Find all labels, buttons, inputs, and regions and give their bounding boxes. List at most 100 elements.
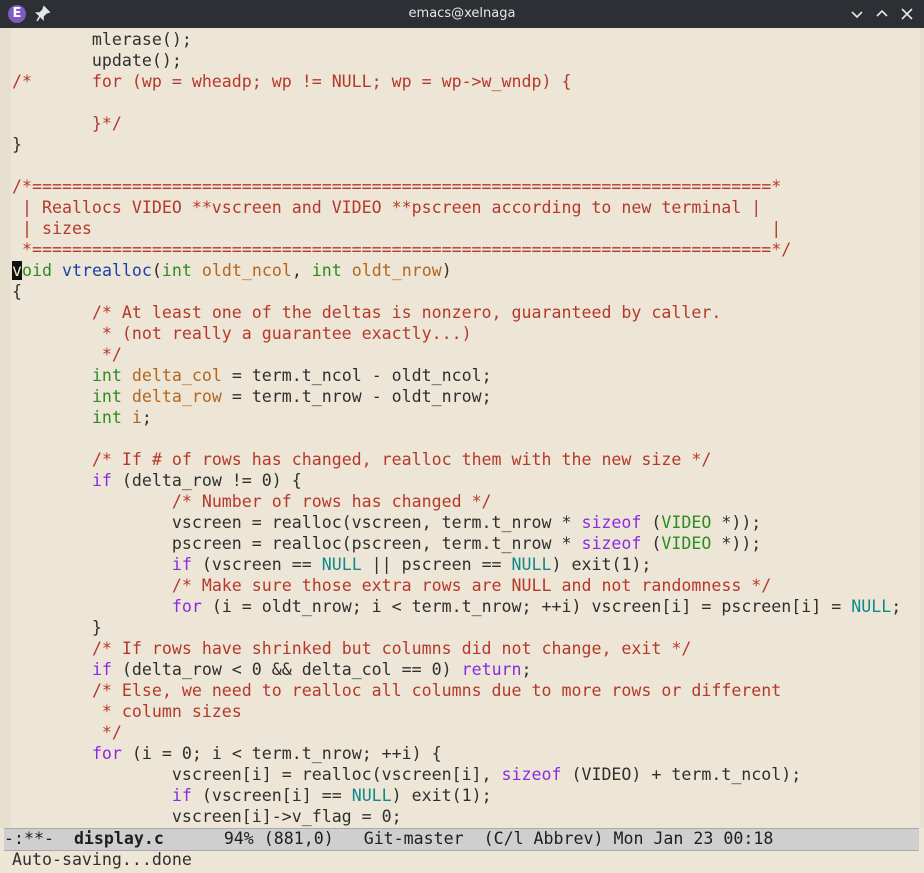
code-line[interactable]: int delta_row = term.t_nrow - oldt_nrow; <box>12 386 901 407</box>
code-token: ; <box>141 408 152 427</box>
code-token: vscreen = realloc(vscreen, term.t_nrow * <box>12 513 582 532</box>
code-line[interactable]: vscreen[i] = realloc(vscreen[i], sizeof … <box>12 764 901 785</box>
code-line[interactable]: */ <box>12 344 901 365</box>
code-line[interactable]: } <box>12 134 901 155</box>
code-token: vscreen[i] = realloc(vscreen[i], <box>12 765 502 784</box>
code-line[interactable]: | Reallocs VIDEO **vscreen and VIDEO **p… <box>12 197 901 218</box>
window-title: emacs@xelnaga <box>408 6 516 21</box>
mode-line[interactable]: -:**- display.c 94% (881,0) Git-master (… <box>4 828 919 851</box>
code-line[interactable]: /* for (wp = wheadp; wp != NULL; wp = wp… <box>12 71 901 92</box>
minimize-button[interactable] <box>849 6 865 22</box>
code-line[interactable]: mlerase(); <box>12 29 901 50</box>
code-token: = term.t_nrow - oldt_nrow; <box>221 387 492 406</box>
code-line[interactable]: * column sizes <box>12 701 901 722</box>
code-token: delta_row <box>131 387 222 406</box>
code-token: VIDEO <box>661 513 712 532</box>
code-token: */ <box>12 723 122 742</box>
code-line[interactable]: if (delta_row < 0 && delta_col == 0) ret… <box>12 659 901 680</box>
code-line[interactable]: | sizes | <box>12 218 901 239</box>
code-token: sizeof <box>501 765 562 784</box>
code-line[interactable]: vscreen = realloc(vscreen, term.t_nrow *… <box>12 512 901 533</box>
code-token: (delta_row != 0) { <box>111 471 302 490</box>
code-line[interactable]: } <box>12 617 901 638</box>
code-token: , <box>291 261 312 280</box>
code-line[interactable]: /* If rows have shrinked but columns did… <box>12 638 901 659</box>
code-line[interactable]: * (not really a guarantee exactly...) <box>12 323 901 344</box>
code-token: for <box>171 597 202 616</box>
code-token: /* If # of rows has changed, realloc the… <box>91 450 712 469</box>
code-line[interactable]: update(); <box>12 50 901 71</box>
code-token: | sizes | <box>12 219 782 238</box>
modeline-modes[interactable]: (C/l Abbrev) <box>484 829 604 848</box>
code-token: (vscreen == <box>191 555 322 574</box>
close-button[interactable] <box>899 6 915 22</box>
code-token: ; <box>521 660 532 679</box>
code-token: VIDEO <box>661 534 712 553</box>
code-line[interactable]: int delta_col = term.t_ncol - oldt_ncol; <box>12 365 901 386</box>
title-bar[interactable]: E emacs@xelnaga <box>0 0 924 28</box>
code-line[interactable]: }*/ <box>12 113 901 134</box>
code-token: *=======================================… <box>12 240 792 259</box>
modeline-vc[interactable]: Git-master <box>364 829 464 848</box>
code-line[interactable]: /* Else, we need to realloc all columns … <box>12 680 901 701</box>
code-line[interactable]: vscreen[i]->v_flag = 0; <box>12 806 901 827</box>
code-token: ( <box>641 534 662 553</box>
code-line[interactable] <box>12 428 901 449</box>
code-token: /* Make sure those extra rows are NULL a… <box>171 576 772 595</box>
code-token: oid <box>22 261 52 280</box>
code-view[interactable]: mlerase(); update(); /* for (wp = wheadp;… <box>12 29 901 827</box>
code-line[interactable]: void vtrealloc(int oldt_ncol, int oldt_n… <box>12 260 901 281</box>
code-token: } <box>12 135 22 154</box>
code-line[interactable]: /*======================================… <box>12 176 901 197</box>
code-line[interactable]: if (vscreen == NULL || pscreen == NULL) … <box>12 554 901 575</box>
close-icon <box>901 8 913 20</box>
code-line[interactable]: /* Make sure those extra rows are NULL a… <box>12 575 901 596</box>
code-token: i <box>131 408 142 427</box>
code-line[interactable]: pscreen = realloc(pscreen, term.t_nrow *… <box>12 533 901 554</box>
code-token: * column sizes <box>12 702 242 721</box>
code-token: NULL <box>351 786 392 805</box>
modeline-datetime: Mon Jan 23 00:18 <box>613 829 774 848</box>
code-line[interactable]: /* At least one of the deltas is nonzero… <box>12 302 901 323</box>
code-token: || pscreen == <box>361 555 512 574</box>
maximize-button[interactable] <box>874 6 890 22</box>
code-token: /*======================================… <box>12 177 782 196</box>
code-line[interactable]: /* Number of rows has changed */ <box>12 491 901 512</box>
editor-buffer[interactable]: mlerase(); update(); /* for (wp = wheadp;… <box>0 28 924 828</box>
code-line[interactable]: int i; <box>12 407 901 428</box>
code-token: { <box>12 282 22 301</box>
code-line[interactable]: if (vscreen[i] == NULL) exit(1); <box>12 785 901 806</box>
code-token: if <box>171 555 192 574</box>
code-line[interactable]: for (i = 0; i < term.t_nrow; ++i) { <box>12 743 901 764</box>
code-line[interactable]: if (delta_row != 0) { <box>12 470 901 491</box>
code-token: | Reallocs VIDEO **vscreen and VIDEO **p… <box>12 198 762 217</box>
code-line[interactable] <box>12 155 901 176</box>
code-token: int <box>311 261 342 280</box>
modeline-buffer-name[interactable]: display.c <box>74 829 164 848</box>
code-token: *)); <box>711 534 762 553</box>
code-line[interactable]: { <box>12 281 901 302</box>
code-line[interactable]: for (i = oldt_nrow; i < term.t_nrow; ++i… <box>12 596 901 617</box>
code-token: int <box>161 261 192 280</box>
code-line[interactable] <box>12 92 901 113</box>
code-line[interactable]: /* If # of rows has changed, realloc the… <box>12 449 901 470</box>
code-line[interactable]: */ <box>12 722 901 743</box>
code-token: /* for (wp = wheadp; wp != NULL; wp = wp… <box>12 72 572 91</box>
code-token: /* Number of rows has changed */ <box>171 492 492 511</box>
code-line[interactable]: *=======================================… <box>12 239 901 260</box>
